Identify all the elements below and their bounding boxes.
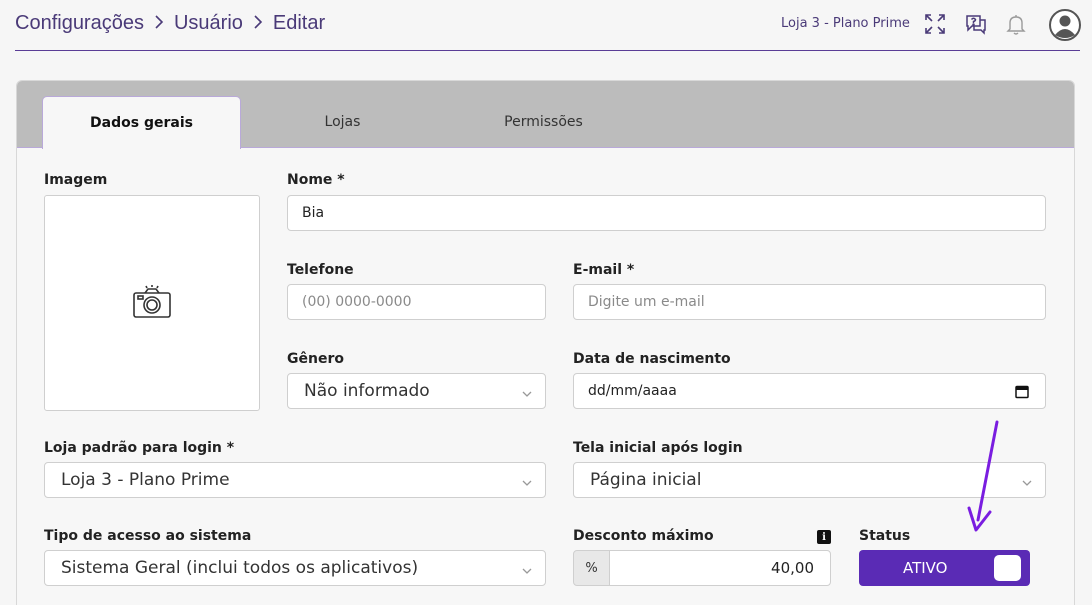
top-bar: Configurações Usuário Editar Loja 3 - Pl…: [0, 0, 1092, 52]
loja-padrao-label: Loja padrão para login *: [44, 440, 235, 456]
tab-permissoes[interactable]: Permissões: [444, 96, 643, 148]
status-value: ATIVO: [903, 559, 948, 577]
chevron-down-icon: [521, 385, 533, 397]
genero-label: Gênero: [287, 351, 344, 367]
expand-icon[interactable]: [922, 11, 948, 37]
breadcrumb-item-usuario[interactable]: Usuário: [174, 12, 243, 35]
toggle-knob: [994, 555, 1021, 581]
annotation-arrow-icon: [960, 420, 1010, 539]
telefone-placeholder: (00) 0000-0000: [302, 294, 412, 310]
nascimento-input[interactable]: dd/mm/aaaa: [573, 373, 1046, 409]
tipo-acesso-select[interactable]: Sistema Geral (inclui todos os aplicativ…: [44, 550, 546, 586]
bell-icon[interactable]: [1003, 11, 1029, 37]
tab-lojas[interactable]: Lojas: [243, 96, 442, 148]
nome-label: Nome *: [287, 172, 345, 188]
telefone-label: Telefone: [287, 262, 354, 278]
loja-padrao-select[interactable]: Loja 3 - Plano Prime: [44, 462, 546, 498]
header-divider: [15, 50, 1080, 51]
desconto-input[interactable]: 40,00: [609, 550, 831, 586]
email-label: E-mail *: [573, 262, 635, 278]
status-toggle[interactable]: ATIVO: [859, 550, 1030, 586]
chevron-down-icon: [521, 562, 533, 574]
genero-select[interactable]: Não informado: [287, 373, 546, 409]
telefone-input[interactable]: (00) 0000-0000: [287, 284, 546, 320]
tipo-acesso-value: Sistema Geral (inclui todos os aplicativ…: [61, 558, 419, 578]
percent-addon: %: [573, 550, 610, 586]
help-chat-icon[interactable]: [963, 11, 989, 37]
loja-padrao-value: Loja 3 - Plano Prime: [61, 470, 230, 490]
tela-inicial-label: Tela inicial após login: [573, 440, 743, 456]
status-label: Status: [859, 528, 911, 544]
image-upload-box[interactable]: [44, 195, 260, 411]
nascimento-value: dd/mm/aaaa: [588, 383, 677, 399]
percent-symbol: %: [585, 560, 598, 576]
chevron-right-icon: [154, 13, 164, 34]
email-input[interactable]: Digite um e-mail: [573, 284, 1046, 320]
camera-icon: [132, 283, 172, 323]
breadcrumb-item-configuracoes[interactable]: Configurações: [15, 12, 144, 35]
tipo-acesso-label: Tipo de acesso ao sistema: [44, 528, 252, 544]
nome-value: Bia: [302, 205, 325, 221]
info-icon[interactable]: i: [817, 530, 831, 544]
breadcrumb: Configurações Usuário Editar: [15, 12, 325, 35]
desconto-value: 40,00: [771, 559, 814, 577]
image-label: Imagem: [44, 172, 108, 188]
email-placeholder: Digite um e-mail: [588, 294, 705, 310]
calendar-icon[interactable]: [1015, 384, 1029, 403]
user-avatar-icon[interactable]: [1049, 9, 1081, 41]
nascimento-label: Data de nascimento: [573, 351, 731, 367]
genero-value: Não informado: [304, 381, 430, 401]
breadcrumb-item-editar: Editar: [272, 12, 326, 34]
chevron-down-icon: [1021, 474, 1033, 486]
tab-dados-gerais[interactable]: Dados gerais: [42, 96, 241, 149]
chevron-down-icon: [521, 474, 533, 486]
desconto-label: Desconto máximo: [573, 528, 714, 544]
chevron-right-icon: [253, 13, 263, 34]
current-store-label[interactable]: Loja 3 - Plano Prime: [781, 16, 910, 31]
tab-bar: Dados gerais Lojas Permissões: [17, 81, 1074, 149]
nome-input[interactable]: Bia: [287, 195, 1046, 231]
tela-inicial-value: Página inicial: [590, 470, 702, 490]
